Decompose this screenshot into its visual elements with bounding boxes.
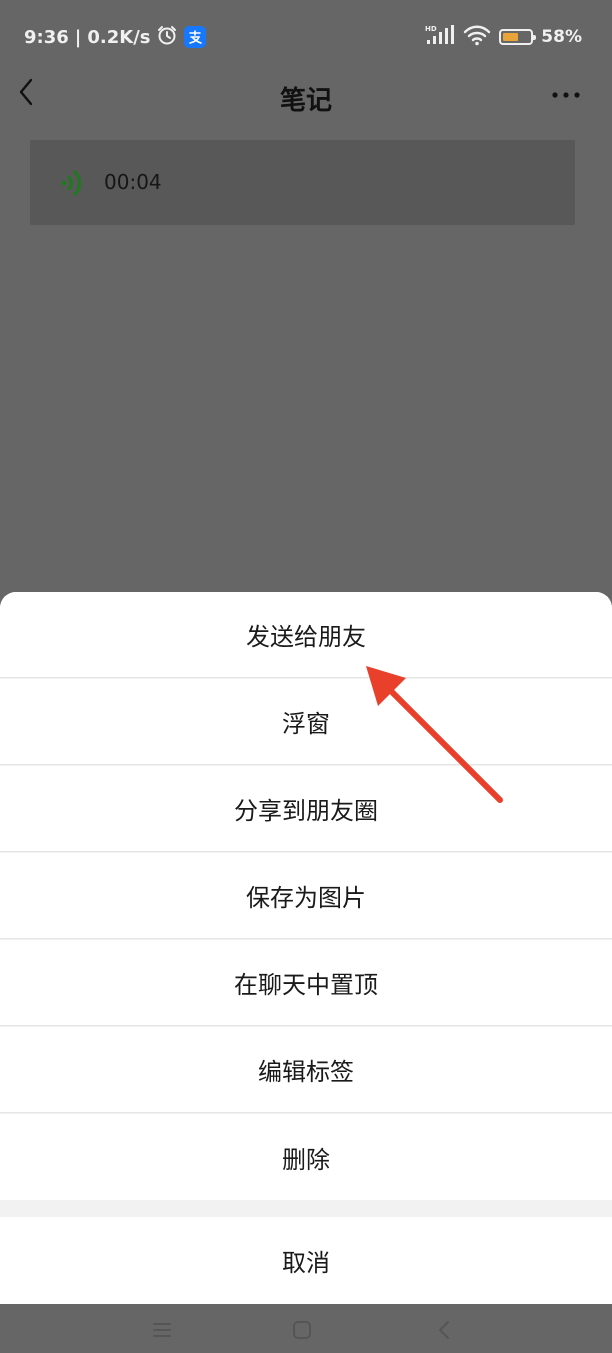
back-icon[interactable] [432,1318,456,1342]
edit-tags-option[interactable]: 编辑标签 [0,1027,612,1113]
voice-note-card[interactable]: 00:04 [30,140,575,225]
pin-in-chat-option[interactable]: 在聊天中置顶 [0,940,612,1026]
share-to-moments-option[interactable]: 分享到朋友圈 [0,766,612,852]
hd-signal-icon: HD [425,24,455,51]
battery-icon [499,29,537,45]
status-bar: 9:36 | 0.2K/s HD 58% [0,0,612,72]
alipay-icon [184,26,207,48]
battery-fill [503,33,519,41]
menu-icon[interactable] [150,1318,174,1342]
status-time: 9:36 [24,26,69,48]
battery-percent: 58% [541,27,582,47]
cancel-button[interactable]: 取消 [0,1217,612,1304]
more-button[interactable] [548,86,584,100]
status-network-speed: 0.2K/s [87,26,151,48]
status-right: HD 58% [425,24,582,50]
voice-wave-icon [58,168,88,198]
hd-label: HD [425,25,437,33]
status-separator: | [74,26,82,48]
title-bar: 笔记 [0,68,612,120]
navigation-bar [0,1304,612,1353]
delete-option[interactable]: 删除 [0,1114,612,1200]
page-title: 笔记 [279,86,332,116]
alarm-icon [156,24,178,51]
home-icon[interactable] [290,1318,314,1342]
wifi-icon [463,24,491,51]
send-to-friend-option[interactable]: 发送给朋友 [0,592,612,678]
more-horizontal-icon [551,84,581,103]
status-left: 9:36 | 0.2K/s [24,24,207,51]
floating-window-option[interactable]: 浮窗 [0,679,612,765]
action-sheet: 发送给朋友 浮窗 分享到朋友圈 保存为图片 在聊天中置顶 编辑标签 删除 取消 [0,592,612,1304]
arrow-pointer-icon [366,666,503,803]
voice-duration: 00:04 [104,170,162,194]
save-as-image-option[interactable]: 保存为图片 [0,853,612,939]
